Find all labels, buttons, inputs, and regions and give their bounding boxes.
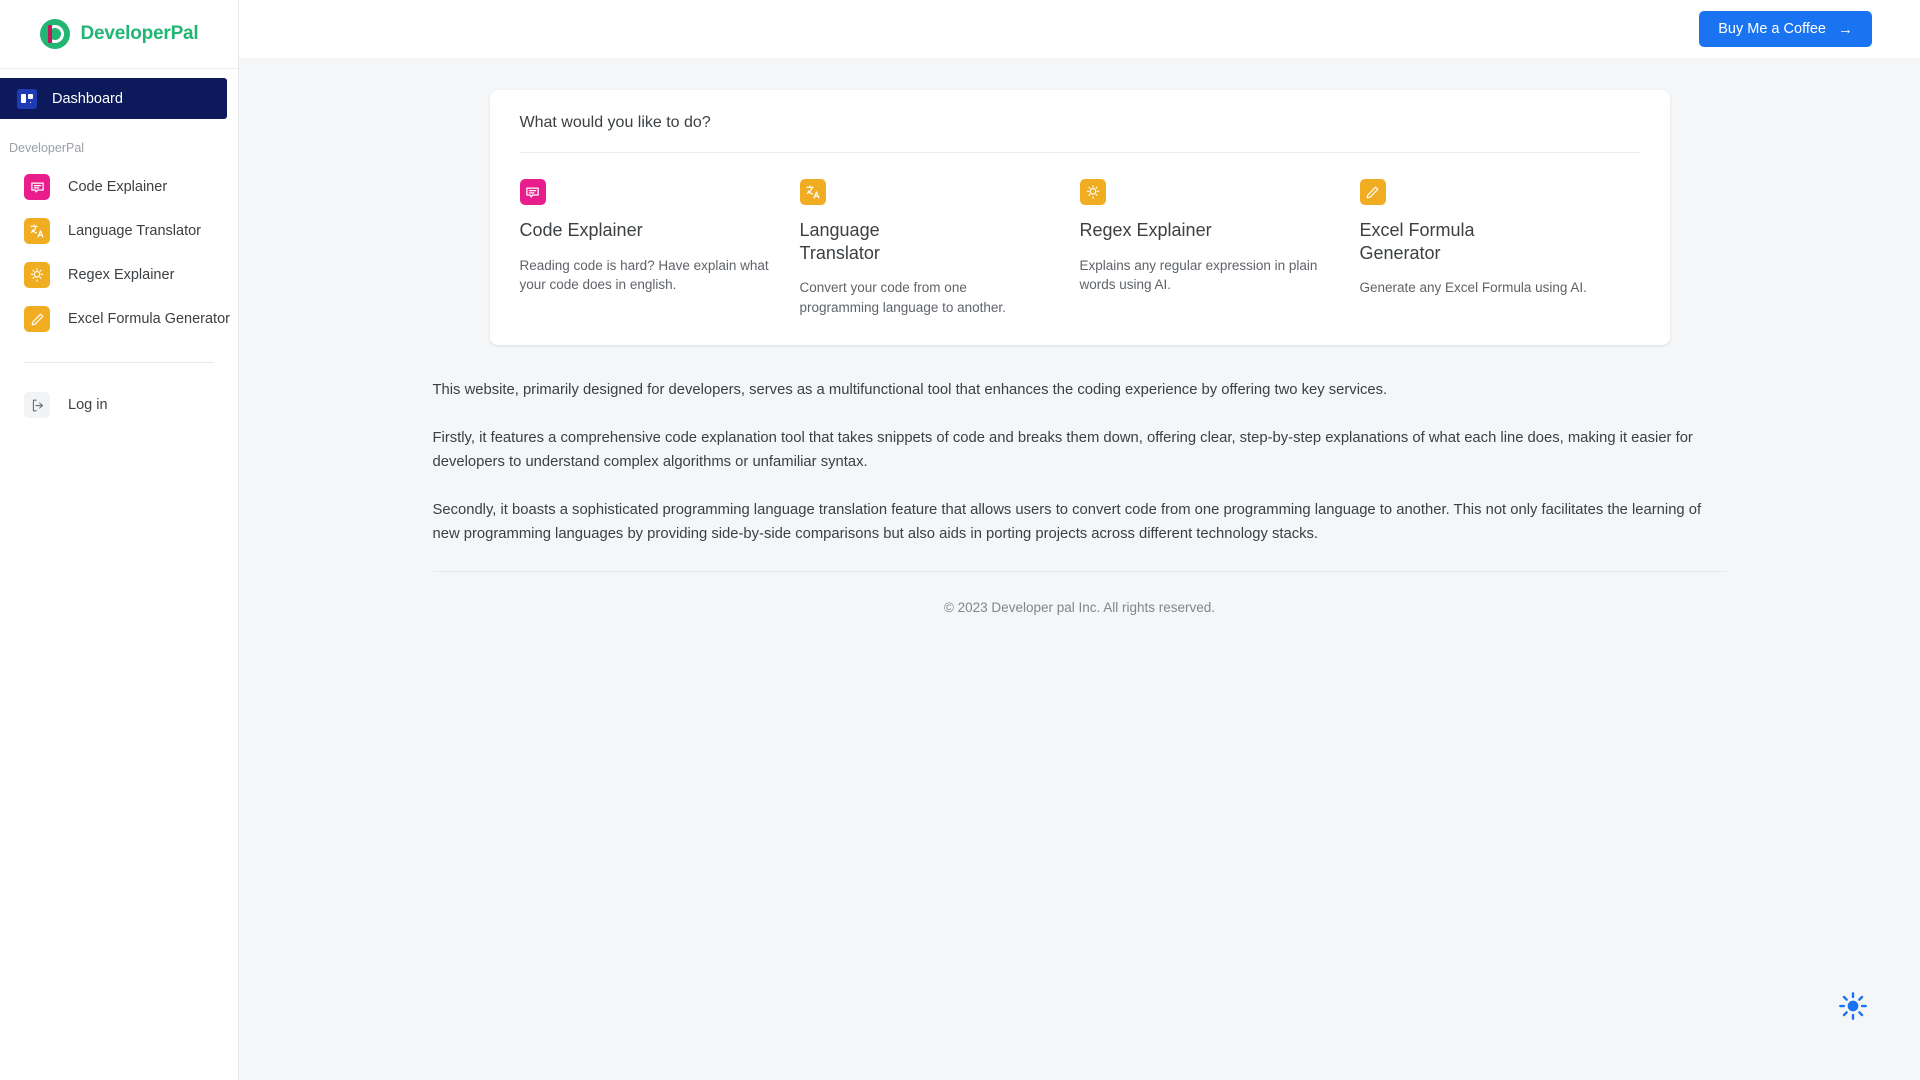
lightbulb-icon	[1079, 179, 1106, 205]
topbar: Buy Me a Coffee →	[239, 0, 1920, 58]
sidebar-item-label: Log in	[68, 397, 108, 413]
paragraph-intro: This website, primarily designed for dev…	[432, 382, 1388, 399]
app-root: DeveloperPal Dashboard DeveloperPal Code…	[0, 0, 1920, 1080]
lightbulb-icon	[24, 262, 50, 288]
chat-bubble-icon	[24, 174, 50, 200]
sidebar-item-label: Code Explainer	[68, 179, 168, 195]
tool-title: Language Translator	[799, 220, 880, 263]
translate-icon	[24, 218, 50, 244]
sidebar-item-regex-explainer[interactable]: Regex Explainer	[24, 253, 238, 297]
tool-title: Regex Explainer	[1079, 220, 1212, 240]
theme-toggle-button[interactable]	[1836, 991, 1870, 1025]
brand-name: DeveloperPal	[80, 23, 199, 44]
buy-me-a-coffee-button[interactable]: Buy Me a Coffee →	[1699, 11, 1872, 47]
tool-card-language-translator[interactable]: Language Translator Convert your code fr…	[799, 179, 1080, 317]
sidebar-section-title: DeveloperPal	[9, 141, 85, 155]
tool-title: Code Explainer	[519, 220, 643, 240]
card-divider	[519, 152, 1640, 153]
tool-description: Reading code is hard? Have explain what …	[519, 257, 769, 293]
buy-me-a-coffee-label: Buy Me a Coffee	[1718, 21, 1826, 37]
paragraph-secondly: Secondly, it boasts a sophisticated prog…	[432, 502, 1702, 542]
developerpal-logo	[39, 19, 70, 49]
tool-card-code-explainer[interactable]: Code Explainer Reading code is hard? Hav…	[519, 179, 800, 317]
tool-card-excel-formula-generator[interactable]: Excel Formula Generator Generate any Exc…	[1359, 179, 1640, 317]
card-title: What would you like to do?	[519, 114, 711, 131]
pencil-icon	[1359, 179, 1386, 205]
sidebar-item-login[interactable]: Log in	[0, 383, 238, 427]
sidebar-item-dashboard[interactable]: Dashboard	[0, 78, 227, 119]
tool-description: Convert your code from one programming l…	[799, 280, 1006, 315]
tool-grid: Code Explainer Reading code is hard? Hav…	[519, 179, 1640, 317]
paragraph-firstly: Firstly, it features a comprehensive cod…	[432, 430, 1693, 471]
brand-header[interactable]: DeveloperPal	[0, 0, 238, 69]
sidebar: DeveloperPal Dashboard DeveloperPal Code…	[0, 0, 239, 1080]
sidebar-nav: Code Explainer Language Translator Regex…	[0, 155, 238, 341]
sidebar-item-label: Regex Explainer	[68, 267, 175, 283]
chat-bubble-icon	[519, 179, 546, 205]
content: What would you like to do? Code Explaine…	[239, 58, 1920, 1080]
translate-icon	[799, 179, 826, 205]
dashboard-icon	[17, 88, 37, 109]
tool-card-regex-explainer[interactable]: Regex Explainer Explains any regular exp…	[1079, 179, 1360, 317]
login-arrow-icon	[24, 392, 50, 418]
sidebar-item-excel-formula-generator[interactable]: Excel Formula Generator	[24, 297, 238, 341]
tool-description: Explains any regular expression in plain…	[1079, 257, 1318, 293]
sidebar-divider	[24, 362, 214, 363]
pencil-icon	[24, 306, 50, 332]
main-area: Buy Me a Coffee → What would you like to…	[239, 0, 1920, 1080]
sidebar-item-code-explainer[interactable]: Code Explainer	[24, 165, 238, 209]
tool-title: Excel Formula Generator	[1359, 220, 1475, 263]
arrow-right-icon: →	[1838, 20, 1853, 38]
footer-copyright: © 2023 Developer pal Inc. All rights res…	[943, 599, 1216, 615]
sidebar-item-label: Dashboard	[52, 90, 123, 107]
tool-description: Generate any Excel Formula using AI.	[1359, 280, 1587, 295]
sidebar-item-label: Language Translator	[68, 223, 202, 239]
tools-card: What would you like to do? Code Explaine…	[489, 90, 1670, 346]
sidebar-item-language-translator[interactable]: Language Translator	[24, 209, 238, 253]
sidebar-item-label: Excel Formula Generator	[68, 311, 230, 327]
description-section: This website, primarily designed for dev…	[432, 379, 1727, 572]
sun-icon	[1838, 991, 1868, 1026]
